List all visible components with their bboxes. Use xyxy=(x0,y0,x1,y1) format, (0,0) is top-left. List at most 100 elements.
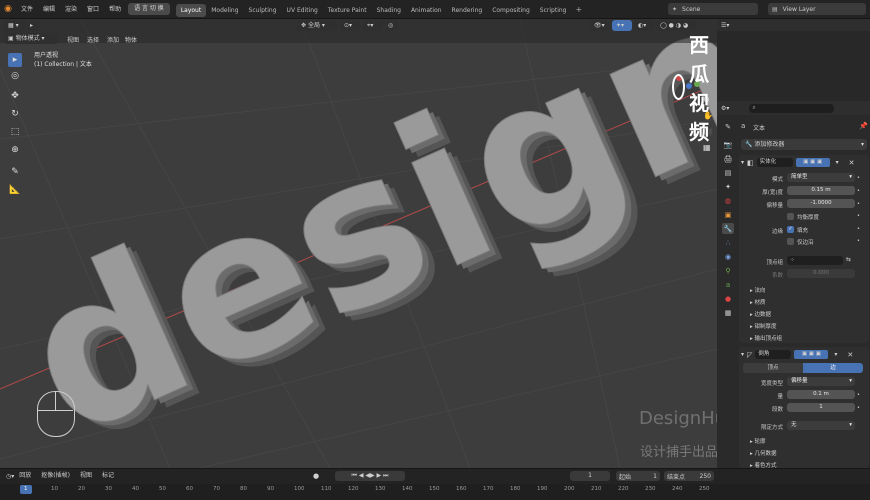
tab-physics-icon[interactable]: ◉ xyxy=(722,251,734,262)
tab-view-layer-icon[interactable]: ▤ xyxy=(722,167,734,178)
keyframe-dot-icon[interactable]: • xyxy=(857,226,860,232)
scene-selector[interactable]: ✦ Scene xyxy=(668,3,758,15)
snap-button[interactable]: ⌖▾ xyxy=(363,20,383,31)
timeline[interactable]: ◷▾ 回放 抠像(插帧) 视图 标记 ● ⏮ ◀ ◀▶ ▶ ⏭ 1 起始 1 结束… xyxy=(0,468,870,500)
tab-layout[interactable]: Layout xyxy=(175,4,207,17)
keyframe-dot-icon[interactable]: • xyxy=(857,405,860,411)
tab-edges[interactable]: 边 xyxy=(803,363,863,373)
view-layer-selector[interactable]: ▤ View Layer xyxy=(768,3,866,15)
select-box-tool-icon[interactable]: ▸ xyxy=(8,53,22,67)
language-switch-button[interactable]: 语 言 切 换 xyxy=(128,3,170,15)
tab-rendering[interactable]: Rendering xyxy=(447,4,488,17)
menu-object[interactable]: 物体 xyxy=(125,35,137,44)
keyframe-dot-icon[interactable]: • xyxy=(857,201,860,207)
invert-vgroup-icon[interactable]: ⇆ xyxy=(846,256,851,263)
limit-method-dropdown[interactable]: 无 ▾ xyxy=(787,421,855,430)
modifier-close-icon[interactable]: ✕ xyxy=(849,159,855,167)
tab-sculpting[interactable]: Sculpting xyxy=(244,4,282,17)
tab-constraint-icon[interactable]: ⚲ xyxy=(722,265,734,276)
tab-data-icon[interactable]: a xyxy=(722,279,734,290)
collapse-toggle-icon[interactable]: ▾ xyxy=(741,351,744,358)
tab-object-icon[interactable]: ▣ xyxy=(722,209,734,220)
tab-texture-icon[interactable]: ▦ xyxy=(722,307,734,318)
menu-add[interactable]: 添加 xyxy=(107,35,119,44)
measure-tool-icon[interactable]: 📐 xyxy=(8,183,22,197)
offset-field[interactable]: -1.0000 xyxy=(787,199,855,208)
menu-select[interactable]: 选择 xyxy=(87,35,99,44)
keyframe-dot-icon[interactable]: • xyxy=(857,175,860,181)
tab-output-icon[interactable]: 🖨 xyxy=(722,153,734,164)
timeline-editor-icon[interactable]: ◷▾ xyxy=(6,473,14,480)
modifier-bevel-header[interactable]: ▾ ◸ 倒角 ▣ ▣ ▣ ▾ ✕ xyxy=(741,349,867,360)
annotate-tool-icon[interactable]: ✎ xyxy=(8,165,22,179)
tab-tool-icon[interactable]: ✎ xyxy=(722,121,734,132)
start-frame-field[interactable]: 起始 1 xyxy=(616,471,660,481)
keyframe-dot-icon[interactable]: • xyxy=(857,392,860,398)
even-thickness-checkbox[interactable] xyxy=(787,213,794,220)
section-clamp-thickness[interactable]: ▸ 钳制厚度 xyxy=(750,322,777,330)
outliner-editor-icon[interactable]: ☰▾ xyxy=(721,22,729,29)
blender-logo-icon[interactable]: ◉ xyxy=(0,0,16,19)
menu-playback[interactable]: 回放 xyxy=(14,469,36,483)
mode-dropdown[interactable]: 简单型 ▾ xyxy=(787,173,855,182)
mode-selector[interactable]: ▣ 物体模式 ▾ xyxy=(4,33,58,44)
menu-view[interactable]: 视图 xyxy=(67,35,79,44)
modifier-name-field[interactable]: 倒角 xyxy=(755,350,792,359)
add-modifier-dropdown[interactable]: 🔧 添加修改器 ▾ xyxy=(741,139,867,150)
keyframe-dot-icon[interactable]: • xyxy=(857,238,860,244)
cursor-tool-icon[interactable]: ◎ xyxy=(8,69,22,83)
visibility-button[interactable]: 👁▾ xyxy=(590,20,610,31)
outliner[interactable]: ☰▾ xyxy=(717,19,870,101)
section-materials[interactable]: ▸ 材质 xyxy=(750,298,766,306)
tab-modifier-icon[interactable]: 🔧 xyxy=(722,223,734,234)
gizmo-button[interactable]: ✦▾ xyxy=(612,20,632,31)
tab-vertices[interactable]: 顶点 xyxy=(743,363,803,373)
properties-search-input[interactable]: ⌕ xyxy=(749,103,835,113)
pin-icon[interactable]: 📌 xyxy=(859,122,868,130)
playback-controls[interactable]: ⏮ ◀ ◀▶ ▶ ⏭ xyxy=(335,471,405,481)
modifier-options-icon[interactable]: ▾ xyxy=(836,159,839,166)
end-frame-field[interactable]: 结束点 250 xyxy=(664,471,714,481)
current-frame-field[interactable]: 1 xyxy=(570,471,610,481)
fill-rim-checkbox[interactable]: ✓ xyxy=(787,226,794,233)
section-normals[interactable]: ▸ 法向 xyxy=(750,286,766,294)
modifier-close-icon[interactable]: ✕ xyxy=(847,351,853,359)
proportional-edit-button[interactable]: ◎ xyxy=(386,20,398,31)
tab-particles-icon[interactable]: ∴ xyxy=(722,237,734,248)
tab-world-icon[interactable]: ◍ xyxy=(722,195,734,206)
select-tool-button[interactable]: ▸ xyxy=(28,20,40,31)
tab-modeling[interactable]: Modeling xyxy=(206,4,243,17)
tab-texture-paint[interactable]: Texture Paint xyxy=(323,4,372,17)
add-workspace-icon[interactable]: + xyxy=(575,5,582,14)
section-edge-data[interactable]: ▸ 边数据 xyxy=(750,310,771,318)
menu-help[interactable]: 帮助 xyxy=(104,0,126,19)
menu-timeline-view[interactable]: 视图 xyxy=(75,469,97,483)
tab-scripting[interactable]: Scripting xyxy=(535,4,572,17)
menu-keying[interactable]: 抠像(插帧) xyxy=(36,469,75,483)
tab-render-icon[interactable]: 📷 xyxy=(722,139,734,150)
pivot-point-button[interactable]: ⊙▾ xyxy=(340,20,360,31)
keyframe-dot-icon[interactable]: • xyxy=(857,213,860,219)
menu-marker[interactable]: 标记 xyxy=(97,469,119,483)
tab-uv-editing[interactable]: UV Editing xyxy=(282,4,323,17)
keyframe-dot-icon[interactable]: • xyxy=(857,188,860,194)
tab-scene-icon[interactable]: ✦ xyxy=(722,181,734,192)
tab-material-icon[interactable]: ● xyxy=(722,293,734,304)
menu-edit[interactable]: 编辑 xyxy=(38,0,60,19)
tab-animation[interactable]: Animation xyxy=(406,4,447,17)
menu-render[interactable]: 渲染 xyxy=(60,0,82,19)
thickness-field[interactable]: 0.15 m xyxy=(787,186,855,195)
modifier-visibility-toggles[interactable]: ▣ ▣ ▣ xyxy=(795,158,830,167)
move-tool-icon[interactable]: ✥ xyxy=(8,89,22,103)
vertex-group-field[interactable]: ⁘ xyxy=(787,256,843,265)
collapse-toggle-icon[interactable]: ▾ xyxy=(741,159,744,166)
tab-shading[interactable]: Shading xyxy=(372,4,406,17)
amount-field[interactable]: 0.1 m xyxy=(787,390,855,399)
modifier-solidify-header[interactable]: ▾ ◧ 实体化 ▣ ▣ ▣ ▾ ✕ xyxy=(741,157,867,168)
width-type-dropdown[interactable]: 偏移量 ▾ xyxy=(787,377,855,386)
modifier-name-field[interactable]: 实体化 xyxy=(756,158,793,167)
modifier-options-icon[interactable]: ▾ xyxy=(834,351,837,358)
properties-editor[interactable]: ⚙▾ ⌕ ✎ 📷 🖨 ▤ ✦ ◍ ▣ 🔧 ∴ ◉ ⚲ a ● ▦ a 文本 📌 … xyxy=(717,101,870,469)
transform-tool-icon[interactable]: ⊕ xyxy=(8,143,22,157)
rotate-tool-icon[interactable]: ↻ xyxy=(8,107,22,121)
